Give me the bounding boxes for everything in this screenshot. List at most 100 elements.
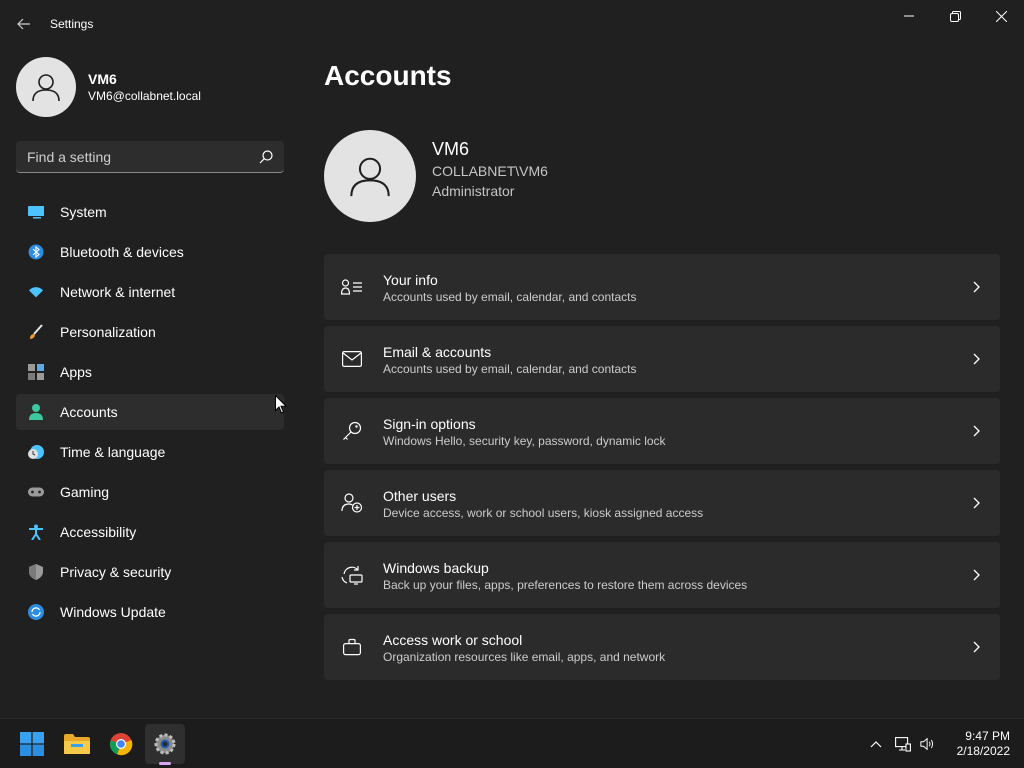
- back-button[interactable]: [8, 10, 40, 38]
- card-sign-in-options[interactable]: Sign-in options Windows Hello, security …: [324, 398, 1000, 464]
- chevron-up-icon: [870, 741, 882, 748]
- running-indicator: [159, 762, 171, 765]
- card-subtitle: Device access, work or school users, kio…: [383, 506, 704, 520]
- apps-icon: [28, 364, 44, 380]
- sidebar-item-label: Privacy & security: [60, 564, 172, 580]
- add-user-icon: [341, 493, 363, 513]
- sidebar-item-time-language[interactable]: Time & language: [16, 434, 284, 470]
- back-arrow-icon: [17, 18, 30, 30]
- chevron-right-icon: [973, 425, 980, 437]
- clock-date: 2/18/2022: [956, 744, 1010, 758]
- show-hidden-icons-button[interactable]: [868, 736, 884, 752]
- chevron-right-icon: [973, 281, 980, 293]
- chevron-right-icon: [973, 569, 980, 581]
- key-icon: [341, 421, 363, 441]
- search-box[interactable]: [16, 141, 284, 173]
- title-bar: Settings: [0, 0, 1024, 48]
- sidebar-item-apps[interactable]: Apps: [16, 354, 284, 390]
- card-title: Other users: [383, 488, 457, 504]
- card-other-users[interactable]: Other users Device access, work or schoo…: [324, 470, 1000, 536]
- close-icon: [995, 10, 1007, 22]
- briefcase-icon: [341, 637, 363, 657]
- clock-globe-icon: [28, 444, 44, 460]
- card-title: Access work or school: [383, 632, 523, 648]
- wifi-icon: [28, 284, 44, 300]
- volume-icon: [920, 737, 934, 751]
- person-card-icon: [341, 277, 363, 297]
- gamepad-icon: [28, 484, 44, 500]
- taskbar: 9:47 PM 2/18/2022: [0, 718, 1024, 768]
- chevron-right-icon: [973, 497, 980, 509]
- avatar: [16, 57, 76, 117]
- network-tray[interactable]: [895, 736, 911, 752]
- card-subtitle: Windows Hello, security key, password, d…: [383, 434, 666, 448]
- sidebar-nav: System Bluetooth & devices Network & int…: [16, 194, 284, 634]
- sidebar-item-personalization[interactable]: Personalization: [16, 314, 284, 350]
- account-avatar[interactable]: [324, 130, 416, 222]
- taskbar-file-explorer[interactable]: [57, 724, 97, 764]
- sidebar-item-windows-update[interactable]: Windows Update: [16, 594, 284, 630]
- search-input[interactable]: [27, 148, 247, 165]
- network-icon: [895, 736, 911, 752]
- sidebar-item-label: Personalization: [60, 324, 156, 340]
- app-title: Settings: [50, 17, 94, 31]
- person-avatar-icon: [32, 74, 60, 102]
- person-avatar-icon: [350, 157, 390, 197]
- sidebar-item-bluetooth[interactable]: Bluetooth & devices: [16, 234, 284, 270]
- accessibility-icon: [28, 524, 44, 540]
- start-icon: [20, 732, 44, 756]
- card-email-accounts[interactable]: Email & accounts Accounts used by email,…: [324, 326, 1000, 392]
- sidebar-item-privacy[interactable]: Privacy & security: [16, 554, 284, 590]
- start-button[interactable]: [12, 724, 52, 764]
- chevron-right-icon: [973, 641, 980, 653]
- profile-email: VM6@collabnet.local: [88, 89, 201, 103]
- sidebar-item-label: Apps: [60, 364, 92, 380]
- sidebar: VM6 VM6@collabnet.local System Bluetooth…: [0, 48, 300, 718]
- card-title: Windows backup: [383, 560, 489, 576]
- sidebar-item-label: Accounts: [60, 404, 118, 420]
- sidebar-item-label: Gaming: [60, 484, 110, 500]
- card-subtitle: Accounts used by email, calendar, and co…: [383, 362, 637, 376]
- settings-icon: [154, 733, 176, 755]
- restore-icon: [949, 10, 961, 22]
- card-title: Email & accounts: [383, 344, 492, 360]
- shield-icon: [28, 564, 44, 580]
- file-explorer-icon: [64, 734, 90, 754]
- user-profile[interactable]: VM6 VM6@collabnet.local: [16, 57, 201, 117]
- card-your-info[interactable]: Your info Accounts used by email, calend…: [324, 254, 1000, 320]
- account-header: VM6 COLLABNET\VM6 Administrator: [324, 130, 548, 222]
- chrome-icon: [109, 733, 133, 756]
- maximize-button[interactable]: [932, 0, 978, 32]
- person-icon: [28, 404, 44, 420]
- profile-name: VM6: [88, 71, 117, 87]
- taskbar-clock[interactable]: 9:47 PM 2/18/2022: [946, 729, 1010, 759]
- close-button[interactable]: [978, 0, 1024, 32]
- account-role: Administrator: [432, 183, 515, 199]
- volume-tray[interactable]: [920, 736, 936, 752]
- card-access-work-school[interactable]: Access work or school Organization resou…: [324, 614, 1000, 680]
- update-icon: [28, 604, 44, 620]
- mouse-cursor-icon: [275, 395, 287, 414]
- sidebar-item-network[interactable]: Network & internet: [16, 274, 284, 310]
- taskbar-settings[interactable]: [145, 724, 185, 764]
- card-title: Your info: [383, 272, 438, 288]
- minimize-button[interactable]: [886, 0, 932, 32]
- card-title: Sign-in options: [383, 416, 476, 432]
- main-content: Accounts VM6 COLLABNET\VM6 Administrator…: [324, 48, 1000, 718]
- sidebar-item-label: System: [60, 204, 107, 220]
- account-domain: COLLABNET\VM6: [432, 163, 548, 179]
- sidebar-item-system[interactable]: System: [16, 194, 284, 230]
- clock-time: 9:47 PM: [965, 729, 1010, 743]
- sidebar-item-label: Network & internet: [60, 284, 176, 300]
- sidebar-item-accessibility[interactable]: Accessibility: [16, 514, 284, 550]
- card-subtitle: Accounts used by email, calendar, and co…: [383, 290, 637, 304]
- sidebar-item-gaming[interactable]: Gaming: [16, 474, 284, 510]
- search-icon[interactable]: [258, 149, 274, 165]
- sidebar-item-label: Windows Update: [60, 604, 166, 620]
- minimize-icon: [904, 15, 914, 17]
- card-windows-backup[interactable]: Windows backup Back up your files, apps,…: [324, 542, 1000, 608]
- sidebar-item-accounts[interactable]: Accounts: [16, 394, 284, 430]
- settings-cards: Your info Accounts used by email, calend…: [324, 254, 1000, 686]
- taskbar-chrome[interactable]: [101, 724, 141, 764]
- bluetooth-icon: [28, 244, 44, 260]
